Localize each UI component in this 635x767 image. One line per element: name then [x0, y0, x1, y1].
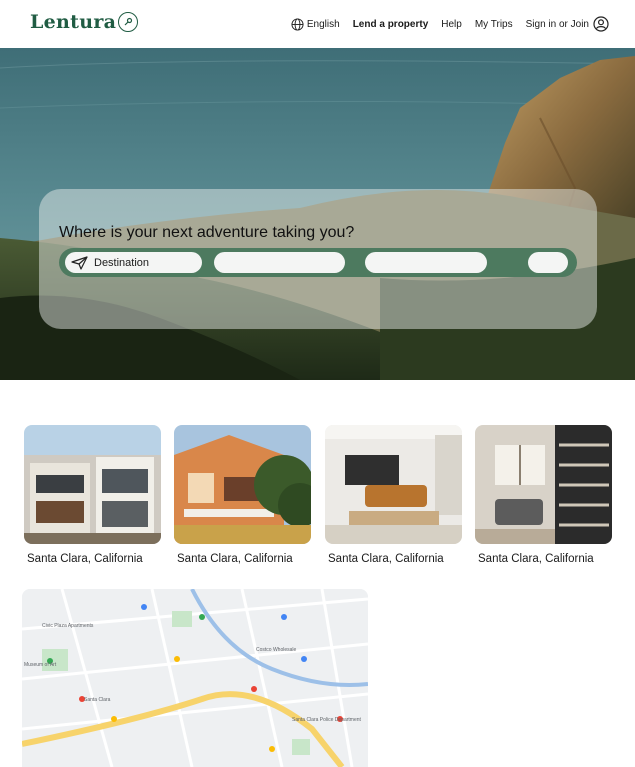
logo[interactable]: Lentura: [30, 11, 139, 33]
lend-property-link[interactable]: Lend a property: [353, 19, 429, 30]
top-bar: Lentura English Lend a property Help My …: [0, 0, 635, 48]
listing-card[interactable]: Santa Clara, California: [325, 425, 462, 565]
signin-link[interactable]: Sign in or Join: [526, 16, 609, 32]
my-trips-link[interactable]: My Trips: [475, 19, 513, 30]
check-out-field[interactable]: [365, 252, 487, 273]
listing-card[interactable]: Santa Clara, California: [24, 425, 161, 565]
listing-cards: Santa Clara, California Santa Clara, Cal…: [0, 425, 635, 575]
listing-location: Santa Clara, California: [328, 553, 444, 565]
listing-location: Santa Clara, California: [27, 553, 143, 565]
listing-photo: [24, 425, 161, 544]
search-panel: Where is your next adventure taking you?…: [39, 189, 597, 329]
listing-photo: [325, 425, 462, 544]
listing-location: Santa Clara, California: [177, 553, 293, 565]
svg-text:Civic Plaza Apartments: Civic Plaza Apartments: [42, 623, 94, 629]
guests-field[interactable]: [528, 252, 568, 273]
key-icon: [118, 12, 139, 32]
logo-text: Lentura: [30, 11, 117, 33]
svg-text:Costco Wholesale: Costco Wholesale: [256, 647, 297, 653]
svg-text:Museum of Art: Museum of Art: [24, 662, 57, 668]
listing-photo: [174, 425, 311, 544]
hero-banner: Where is your next adventure taking you?…: [0, 48, 635, 380]
listing-photo: [475, 425, 612, 544]
destination-field[interactable]: Destination: [65, 252, 202, 273]
signin-label: Sign in or Join: [525, 18, 589, 30]
globe-icon: [291, 17, 304, 31]
map-image: Santa Clara Costco Wholesale Santa Clara…: [22, 589, 368, 767]
listing-location: Santa Clara, California: [478, 553, 594, 565]
destination-label: Destination: [94, 256, 150, 269]
check-in-field[interactable]: [214, 252, 345, 273]
listing-card[interactable]: Santa Clara, California: [174, 425, 311, 565]
user-icon: [593, 16, 609, 32]
search-heading: Where is your next adventure taking you?: [59, 224, 355, 241]
navigation-arrow-icon: [71, 255, 88, 270]
language-selector[interactable]: English: [291, 17, 340, 31]
main-nav: English Lend a property Help My Trips Si…: [278, 16, 609, 32]
listing-card[interactable]: Santa Clara, California: [475, 425, 612, 565]
location-map[interactable]: Santa Clara Costco Wholesale Santa Clara…: [22, 589, 368, 767]
svg-text:Santa Clara Police Department: Santa Clara Police Department: [292, 717, 362, 723]
search-bar: Destination: [59, 248, 577, 277]
svg-text:Santa Clara: Santa Clara: [84, 697, 111, 703]
help-link[interactable]: Help: [441, 19, 462, 30]
language-label: English: [306, 18, 340, 30]
